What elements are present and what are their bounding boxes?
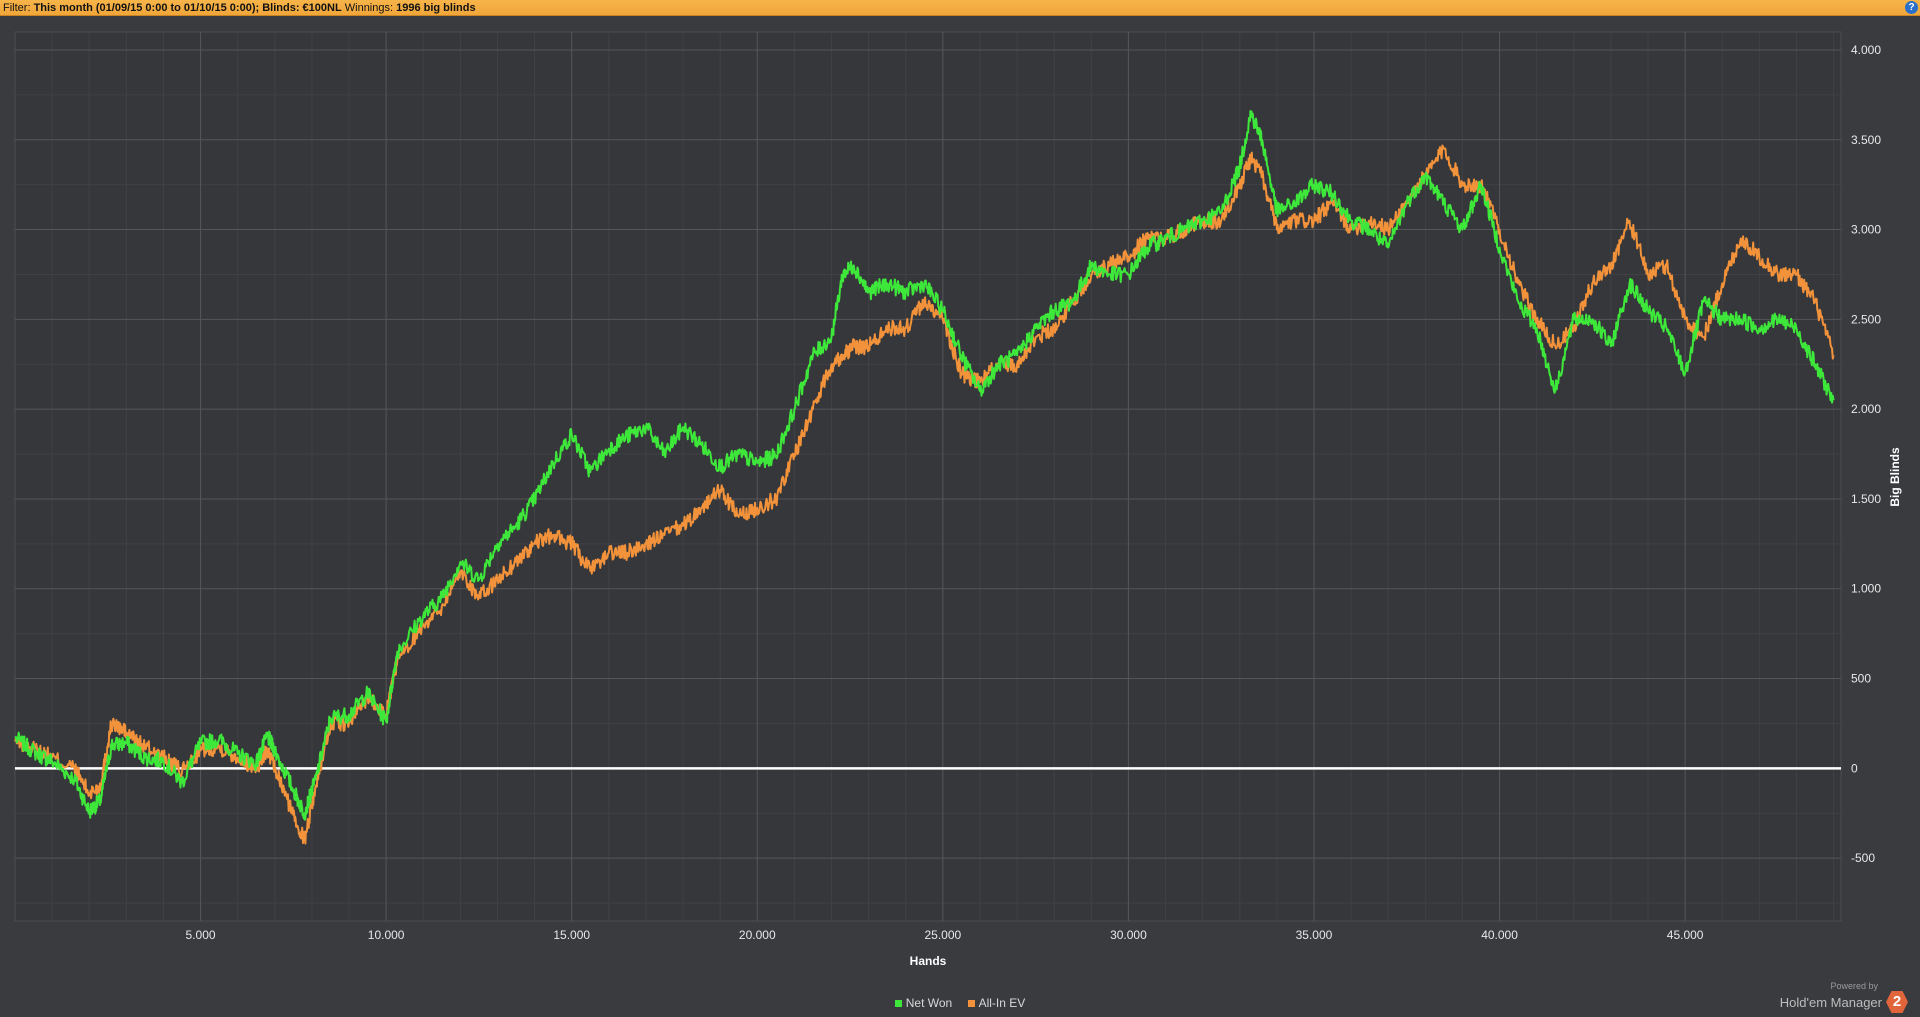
y-tick-label: 3.000 <box>1851 223 1881 237</box>
y-tick-label: 500 <box>1851 672 1871 686</box>
legend-label-net-won: Net Won <box>905 996 953 1010</box>
x-tick-label: 45.000 <box>1667 928 1704 942</box>
filter-prefix: Filter: <box>3 2 34 14</box>
y-tick-label: 4.000 <box>1851 43 1881 57</box>
legend-swatch-net-won <box>894 1000 902 1007</box>
y-tick-label: 1.000 <box>1851 582 1881 596</box>
y-tick-label: 2.500 <box>1851 312 1881 326</box>
brand: Powered by Hold'em Manager 2 <box>1780 981 1908 1013</box>
brand-name: Hold'em Manager <box>1779 994 1882 1010</box>
x-tick-label: 5.000 <box>186 928 216 942</box>
x-tick-label: 15.000 <box>553 928 590 942</box>
winnings-chart: 5.000 10.000 15.000 20.000 25.000 30.000 35.00… <box>14 31 1902 968</box>
plot-background <box>14 31 1842 922</box>
legend-swatch-all-in-ev <box>967 1000 975 1007</box>
help-icon[interactable]: ? <box>1905 1 1918 14</box>
x-tick-label: 40.000 <box>1481 928 1518 942</box>
winnings-value: 1996 big blinds <box>396 2 476 14</box>
legend-label-all-in-ev: All-In EV <box>978 996 1026 1010</box>
x-tick-label: 35.000 <box>1296 928 1333 942</box>
powered-by-text: Powered by <box>1830 981 1878 991</box>
y-tick-label: 2.000 <box>1851 402 1881 416</box>
x-tick-label: 10.000 <box>368 928 405 942</box>
legend-item-all-in-ev[interactable]: All-In EV <box>967 996 1026 1010</box>
hem-logo-icon: 2 <box>1886 991 1908 1013</box>
y-tick-label: 3.500 <box>1851 133 1881 147</box>
x-tick-label: 25.000 <box>924 928 961 942</box>
y-tick-label: -500 <box>1851 851 1875 865</box>
x-tick-label: 20.000 <box>739 928 776 942</box>
x-tick-label: 30.000 <box>1110 928 1147 942</box>
filter-text: This month (01/09/15 0:00 to 01/10/15 0:… <box>33 2 342 14</box>
y-axis-title: Big Blinds <box>1888 447 1902 507</box>
filter-bar: Filter: This month (01/09/15 0:00 to 01/… <box>0 0 1920 16</box>
winnings-label: Winnings: <box>341 2 397 14</box>
y-axis: -500 0 500 1.000 1.500 2.000 2.500 3.000 3.500 4.… <box>1851 43 1881 865</box>
x-axis: 5.000 10.000 15.000 20.000 25.000 30.000 35.00… <box>186 928 1704 942</box>
legend-item-net-won[interactable]: Net Won <box>894 996 953 1010</box>
y-tick-label: 0 <box>1851 761 1858 775</box>
legend: Net Won All-In EV <box>0 996 1920 1010</box>
x-axis-title: Hands <box>910 954 947 968</box>
y-tick-label: 1.500 <box>1851 492 1881 506</box>
